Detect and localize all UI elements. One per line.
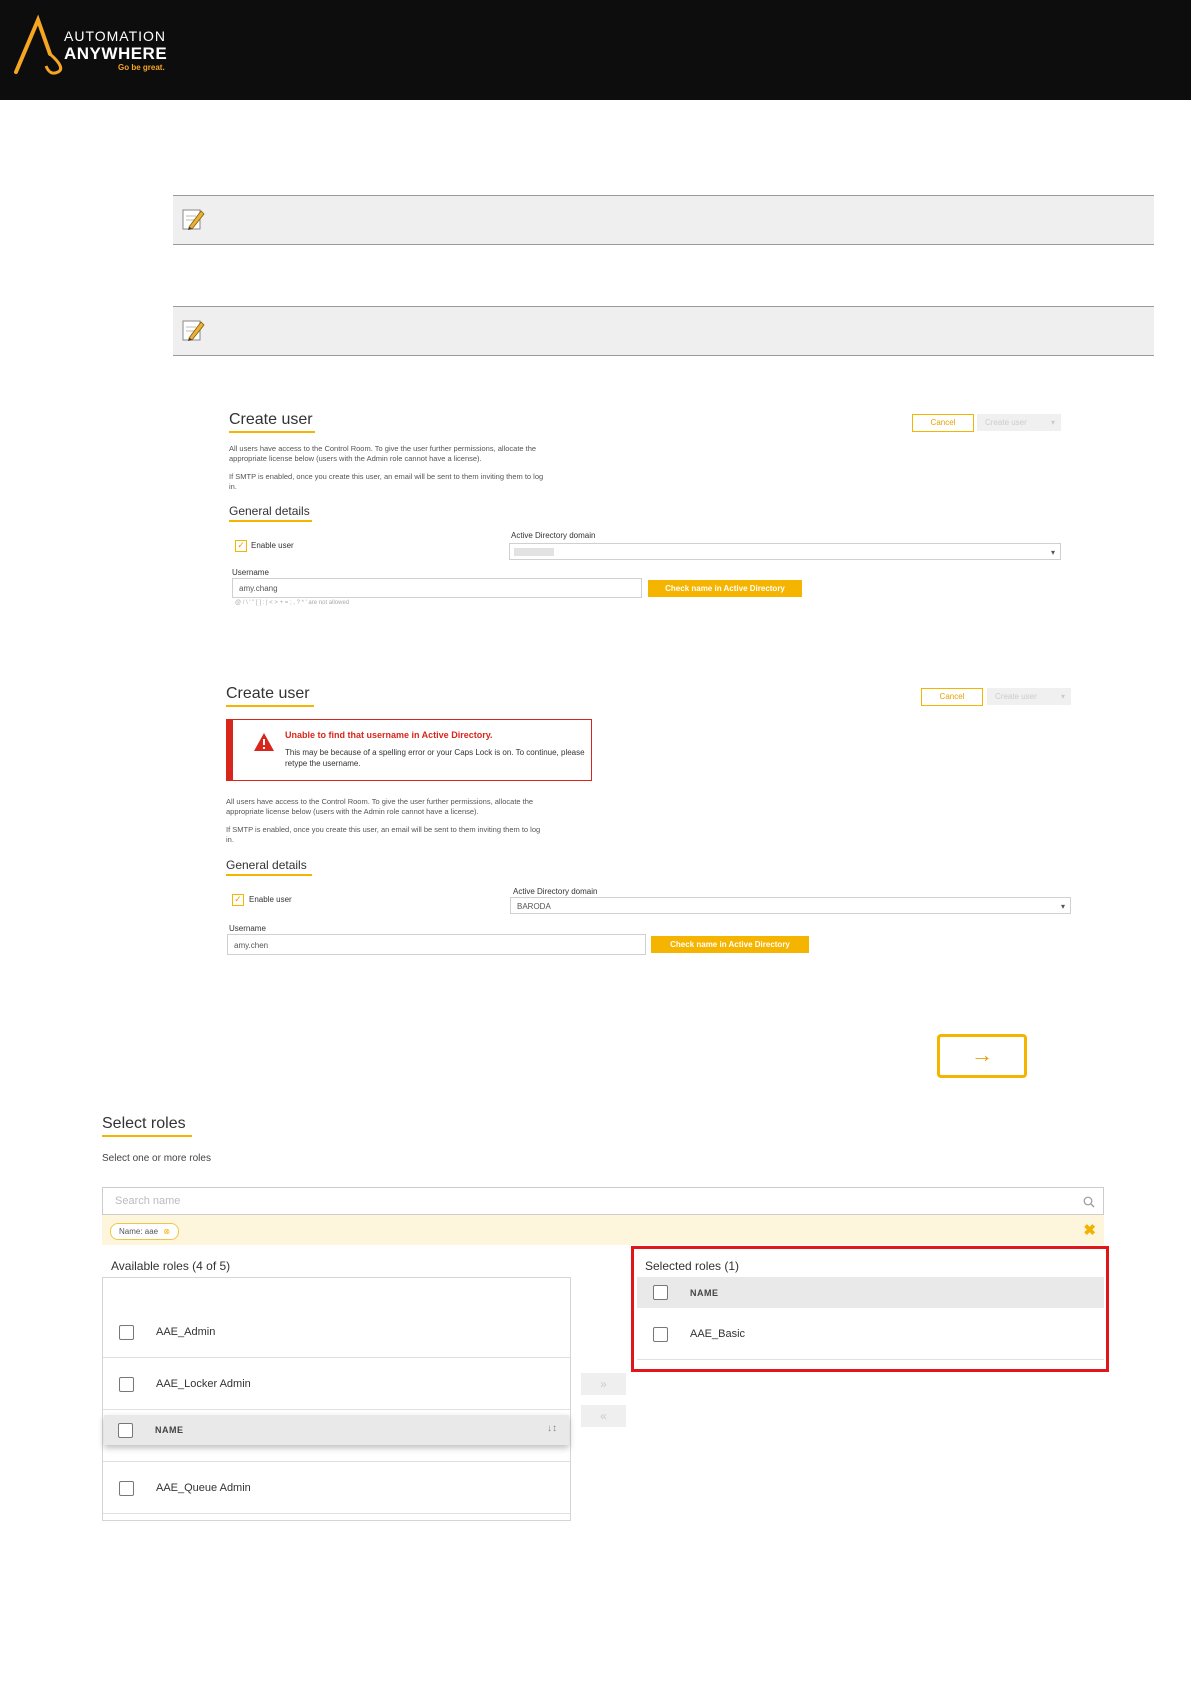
alert-title: Unable to find that username in Active D… — [285, 730, 493, 740]
select-all-checkbox[interactable] — [653, 1285, 668, 1300]
table-row[interactable]: AAE_Admin — [103, 1306, 570, 1358]
table-row[interactable]: AAE_Basic — [637, 1308, 1104, 1360]
note-box — [173, 306, 1154, 356]
cancel-button[interactable]: Cancel — [921, 688, 983, 706]
page-title: Create user — [226, 685, 310, 702]
title-underline — [102, 1135, 192, 1137]
filter-bar: Name: aae ⊗ ✖ — [102, 1215, 1104, 1245]
name-column-header[interactable]: NAME — [155, 1425, 184, 1435]
section-underline — [226, 874, 312, 876]
check-name-button[interactable]: Check name in Active Directory — [648, 580, 802, 597]
role-name: AAE_Locker Admin — [156, 1378, 251, 1390]
filter-chip-label: Name: aae — [119, 1227, 159, 1236]
selected-roles-list: NAME AAE_Basic — [637, 1277, 1104, 1363]
ad-domain-label: Active Directory domain — [513, 887, 598, 896]
logo-line-2: ANYWHERE — [64, 44, 168, 63]
selected-roles-title: Selected roles (1) — [645, 1259, 740, 1273]
next-arrow-icon: → — [937, 1034, 1027, 1078]
search-icon[interactable] — [1083, 1196, 1095, 1208]
available-roles-title: Available roles (4 of 5) — [111, 1259, 231, 1273]
move-left-button[interactable]: « — [581, 1405, 626, 1427]
smtp-text: If SMTP is enabled, once you create this… — [229, 472, 544, 491]
username-hint: @ / \ ' " [ ] : | < > + = ; , ? * ' are … — [235, 600, 350, 606]
username-input[interactable]: amy.chang — [232, 578, 642, 598]
select-all-checkbox[interactable] — [118, 1423, 133, 1438]
note-pencil-icon — [182, 209, 205, 230]
cancel-button[interactable]: Cancel — [912, 414, 974, 432]
description-text: All users have access to the Control Roo… — [229, 444, 537, 463]
table-row[interactable]: AAE_Queue Admin — [103, 1462, 570, 1514]
row-checkbox[interactable] — [119, 1481, 134, 1496]
enable-user-label: Enable user — [249, 895, 292, 904]
username-label: Username — [232, 568, 269, 577]
role-name: AAE_Admin — [156, 1326, 216, 1338]
title-underline — [229, 431, 315, 433]
chevron-down-icon: ▾ — [1060, 692, 1065, 701]
filter-chip[interactable]: Name: aae ⊗ — [110, 1223, 180, 1240]
smtp-text: If SMTP is enabled, once you create this… — [226, 825, 541, 844]
row-checkbox[interactable] — [653, 1327, 668, 1342]
username-label: Username — [229, 924, 266, 933]
description-text: All users have access to the Control Roo… — [226, 797, 534, 816]
role-name: AAE_Basic — [690, 1328, 746, 1340]
role-name: AAE_Queue Admin — [156, 1482, 251, 1494]
select-roles-title: Select roles — [102, 1115, 186, 1132]
ad-domain-value: BARODA — [517, 902, 551, 911]
error-alert: Unable to find that username in Active D… — [226, 719, 592, 781]
logo-line-1: AUTOMATION — [64, 28, 167, 44]
section-underline — [229, 520, 312, 522]
note-pencil-icon — [182, 320, 205, 341]
enable-user-checkbox[interactable]: ✓ — [232, 894, 244, 906]
clear-filters-icon[interactable]: ✖ — [1083, 1221, 1096, 1239]
chevron-down-icon: ▾ — [1060, 902, 1065, 911]
table-header: NAME ↓↕ — [104, 1415, 569, 1445]
available-roles-list: AAE_Admin AAE_Locker Admin AAE_Queue Adm… — [102, 1277, 571, 1521]
enable-user-checkbox[interactable]: ✓ — [235, 540, 247, 552]
chip-remove-icon[interactable]: ⊗ — [163, 1227, 170, 1236]
ad-domain-select[interactable]: BARODA ▾ — [510, 897, 1071, 914]
alert-body: This may be because of a spelling error … — [285, 748, 585, 768]
section-title: General details — [229, 504, 310, 518]
row-checkbox[interactable] — [119, 1377, 134, 1392]
create-user-label: Create user — [985, 418, 1027, 427]
enable-user-label: Enable user — [251, 541, 294, 550]
search-placeholder: Search name — [115, 1195, 181, 1207]
chevron-down-icon: ▾ — [1050, 548, 1055, 557]
automation-anywhere-logo-icon — [14, 14, 63, 75]
move-right-button[interactable]: » — [581, 1373, 626, 1395]
table-header: NAME — [637, 1277, 1104, 1308]
ad-domain-select[interactable]: ▾ — [509, 543, 1061, 560]
logo-tagline: Go be great. — [118, 63, 165, 72]
title-underline — [226, 705, 314, 707]
note-box — [173, 195, 1154, 245]
create-user-button[interactable]: Create user ▾ — [977, 414, 1061, 431]
search-input[interactable]: Search name — [102, 1187, 1104, 1215]
name-column-header[interactable]: NAME — [690, 1288, 719, 1298]
row-checkbox[interactable] — [119, 1325, 134, 1340]
warning-icon — [254, 733, 274, 751]
sort-icon[interactable]: ↓↕ — [547, 1423, 557, 1434]
create-user-label: Create user — [995, 692, 1037, 701]
header-bar: AUTOMATION ANYWHERE Go be great. — [0, 0, 1191, 100]
chevron-down-icon: ▾ — [1050, 418, 1055, 427]
check-name-button[interactable]: Check name in Active Directory — [651, 936, 809, 953]
username-input[interactable]: amy.chen — [227, 934, 646, 955]
ad-domain-redacted — [514, 548, 554, 556]
section-title: General details — [226, 858, 307, 872]
table-row[interactable]: AAE_Locker Admin — [103, 1358, 570, 1410]
select-roles-subtitle: Select one or more roles — [102, 1153, 211, 1164]
page-title: Create user — [229, 411, 313, 428]
create-user-button[interactable]: Create user ▾ — [987, 688, 1071, 705]
ad-domain-label: Active Directory domain — [511, 531, 596, 540]
